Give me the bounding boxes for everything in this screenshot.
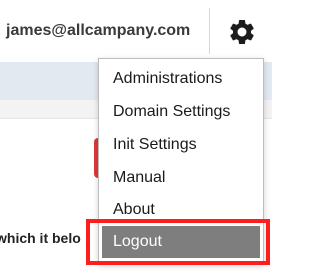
top-header: james@allcampany.com (0, 0, 272, 62)
gear-icon (230, 19, 254, 44)
menu-item-administrations[interactable]: Administrations (99, 63, 263, 95)
menu-item-about[interactable]: About (99, 194, 263, 226)
settings-dropdown-menu: Administrations Domain Settings Init Set… (98, 58, 264, 264)
menu-item-logout[interactable]: Logout (102, 226, 260, 258)
settings-button[interactable] (224, 14, 260, 50)
menu-item-domain-settings[interactable]: Domain Settings (99, 96, 263, 128)
user-email[interactable]: james@allcampany.com (6, 22, 190, 40)
menu-item-manual[interactable]: Manual (99, 162, 263, 194)
menu-item-init-settings[interactable]: Init Settings (99, 129, 263, 161)
content-text: which it belo (0, 230, 81, 246)
header-divider (209, 8, 210, 54)
